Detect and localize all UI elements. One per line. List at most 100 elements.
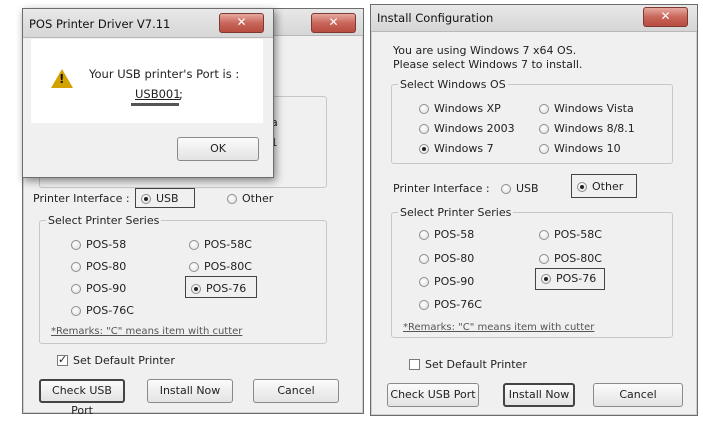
radio-dot <box>419 123 429 134</box>
left-install-button[interactable]: Install Now <box>147 379 233 403</box>
radio-dot <box>419 253 429 264</box>
radio-dot <box>419 299 429 310</box>
series-label: POS-90 <box>86 282 127 295</box>
right-series-pos76[interactable]: POS-76 <box>541 272 596 285</box>
right-info-line-2: Please select Windows 7 to install. <box>393 58 583 71</box>
popup-message: Your USB printer's Port is : <box>89 67 240 81</box>
left-other-label: Other <box>242 192 274 205</box>
right-interface-usb-radio[interactable]: USB <box>501 182 539 195</box>
left-other-radio-dot <box>227 193 237 204</box>
left-cancel-button[interactable]: Cancel <box>253 379 339 403</box>
os-label: Windows Vista <box>554 102 634 115</box>
right-os-winxp[interactable]: Windows XP <box>419 102 501 115</box>
radio-dot <box>419 143 429 154</box>
left-series-pos58[interactable]: POS-58 <box>71 238 126 251</box>
right-other-radio-dot <box>577 181 587 192</box>
os-label: Windows 7 <box>434 142 494 155</box>
right-os-win10[interactable]: Windows 10 <box>539 142 621 155</box>
left-series-pos76[interactable]: POS-76 <box>191 282 246 295</box>
left-interface-other-radio[interactable]: Other <box>227 192 273 205</box>
os-label: Windows 2003 <box>434 122 515 135</box>
series-label: POS-76C <box>86 304 134 317</box>
right-other-label: Other <box>592 180 624 193</box>
right-check-usb-button[interactable]: Check USB Port <box>387 383 479 407</box>
right-os-win7[interactable]: Windows 7 <box>419 142 494 155</box>
os-label: Windows 10 <box>554 142 621 155</box>
left-series-pos80[interactable]: POS-80 <box>71 260 126 273</box>
series-label: POS-80 <box>434 252 475 265</box>
series-label: POS-76 <box>556 272 597 285</box>
right-usb-label: USB <box>516 182 539 195</box>
right-set-default-label: Set Default Printer <box>425 358 527 371</box>
radio-dot <box>71 261 81 272</box>
radio-dot <box>189 261 199 272</box>
series-label: POS-80 <box>86 260 127 273</box>
right-series-pos90[interactable]: POS-90 <box>419 275 474 288</box>
right-series-pos76c[interactable]: POS-76C <box>419 298 482 311</box>
popup-close-button[interactable]: ✕ <box>219 13 264 33</box>
series-label: POS-58C <box>554 228 602 241</box>
left-checkbox-box <box>57 353 68 366</box>
port-popup-dialog: POS Printer Driver V7.11 ✕ ! Your USB pr… <box>22 8 274 178</box>
left-series-pos58c[interactable]: POS-58C <box>189 238 252 251</box>
left-set-default-checkbox[interactable]: Set Default Printer <box>57 353 175 367</box>
right-checkbox-box <box>409 359 420 370</box>
right-series-pos80[interactable]: POS-80 <box>419 252 474 265</box>
radio-dot <box>419 229 429 240</box>
right-install-window: Install Configuration ✕ You are using Wi… <box>370 4 698 416</box>
popup-body: ! Your USB printer's Port is : USB001 ; <box>31 39 263 123</box>
right-cancel-button[interactable]: Cancel <box>593 383 683 407</box>
left-printer-interface-label: Printer Interface : <box>33 192 130 205</box>
radio-dot <box>71 283 81 294</box>
left-check-usb-button[interactable]: Check USB Port <box>39 379 125 417</box>
radio-dot <box>191 283 201 294</box>
left-series-group-label: Select Printer Series <box>46 214 162 227</box>
series-label: POS-76C <box>434 298 482 311</box>
series-label: POS-58 <box>434 228 475 241</box>
series-label: POS-76 <box>206 282 247 295</box>
popup-title: POS Printer Driver V7.11 <box>29 17 171 31</box>
right-series-pos58c[interactable]: POS-58C <box>539 228 602 241</box>
right-set-default-checkbox[interactable]: Set Default Printer <box>409 358 527 371</box>
radio-dot <box>71 239 81 250</box>
series-label: POS-58C <box>204 238 252 251</box>
right-os-group-label: Select Windows OS <box>398 78 508 91</box>
right-install-button[interactable]: Install Now <box>503 383 575 407</box>
popup-ok-button[interactable]: OK <box>177 137 259 161</box>
right-close-button[interactable]: ✕ <box>643 7 688 27</box>
series-label: POS-80C <box>204 260 252 273</box>
series-label: POS-80C <box>554 252 602 265</box>
radio-dot <box>539 143 549 154</box>
right-os-winvista[interactable]: Windows Vista <box>539 102 634 115</box>
right-title: Install Configuration <box>377 11 494 25</box>
popup-port-suffix: ; <box>179 87 183 101</box>
radio-dot <box>541 273 551 284</box>
right-usb-radio-dot <box>501 183 511 194</box>
left-series-pos76c[interactable]: POS-76C <box>71 304 134 317</box>
left-interface-usb-radio[interactable]: USB <box>141 192 179 205</box>
series-label: POS-58 <box>86 238 127 251</box>
right-os-win8[interactable]: Windows 8/8.1 <box>539 122 635 135</box>
right-series-pos80c[interactable]: POS-80C <box>539 252 602 265</box>
left-close-button[interactable]: ✕ <box>311 13 356 33</box>
popup-port-highlight <box>131 103 179 106</box>
right-series-group-label: Select Printer Series <box>398 206 514 219</box>
warning-exclamation: ! <box>59 72 65 86</box>
os-label: Windows 8/8.1 <box>554 122 635 135</box>
popup-port-value: USB001 <box>135 87 181 101</box>
radio-dot <box>189 239 199 250</box>
left-series-pos80c[interactable]: POS-80C <box>189 260 252 273</box>
right-client-area: You are using Windows 7 x64 OS. Please s… <box>379 32 689 407</box>
right-interface-other-radio[interactable]: Other <box>577 180 623 193</box>
left-series-pos90[interactable]: POS-90 <box>71 282 126 295</box>
right-series-pos58[interactable]: POS-58 <box>419 228 474 241</box>
radio-dot <box>539 229 549 240</box>
radio-dot <box>71 305 81 316</box>
right-remarks: *Remarks: "C" means item with cutter <box>403 322 595 333</box>
series-label: POS-90 <box>434 275 475 288</box>
os-label: Windows XP <box>434 102 501 115</box>
radio-dot <box>539 253 549 264</box>
right-os-win2003[interactable]: Windows 2003 <box>419 122 515 135</box>
right-info-line-1: You are using Windows 7 x64 OS. <box>393 44 577 57</box>
radio-dot <box>419 103 429 114</box>
